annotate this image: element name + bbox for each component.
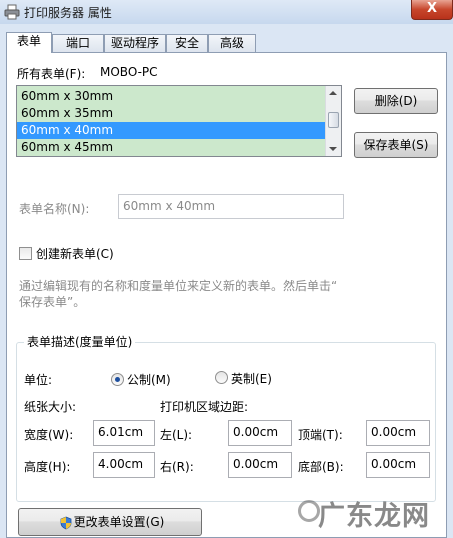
paper-size-label: 纸张大小: <box>24 400 77 414</box>
top-margin-label: 顶端(T): <box>298 428 343 442</box>
tab-security[interactable]: 安全 <box>166 34 208 52</box>
unit-label: 单位: <box>24 373 53 387</box>
print-server-properties-window: 打印服务器 属性 X 表单 端口 驱动程序 安全 高级 所有表单(F): MOB… <box>0 0 453 538</box>
hint-text-line1: 通过编辑现有的名称和度量单位来定义新的表单。然后单击“ <box>19 279 338 293</box>
metric-radio[interactable] <box>111 373 124 386</box>
delete-button[interactable]: 删除(D) <box>354 88 438 114</box>
scroll-thumb[interactable] <box>328 112 339 128</box>
bottom-margin-label: 底部(B): <box>298 460 344 474</box>
top-margin-field[interactable]: 0.00cm <box>366 420 430 446</box>
save-form-button[interactable]: 保存表单(S) <box>354 132 438 158</box>
printer-margins-label: 打印机区域边距: <box>160 400 249 414</box>
height-field[interactable]: 4.00cm <box>93 452 155 478</box>
tab-drivers[interactable]: 驱动程序 <box>104 34 166 52</box>
english-radio[interactable] <box>215 371 228 384</box>
printer-icon <box>4 4 20 20</box>
watermark-logo-icon <box>298 500 320 522</box>
server-name: MOBO-PC <box>100 65 158 79</box>
english-label[interactable]: 英制(E) <box>231 370 272 387</box>
left-margin-label: 左(L): <box>160 428 193 442</box>
scroll-up-icon[interactable] <box>329 91 337 95</box>
metric-label[interactable]: 公制(M) <box>127 371 171 388</box>
create-new-form-checkbox[interactable] <box>19 247 32 260</box>
forms-list[interactable]: 60mm x 30mm 60mm x 35mm 60mm x 40mm 60mm… <box>16 85 342 157</box>
form-description-legend: 表单描述(度量单位) <box>24 333 136 350</box>
hint-text-line2: 保存表单”。 <box>19 295 86 309</box>
list-item-selected[interactable]: 60mm x 40mm <box>17 122 326 139</box>
height-label: 高度(H): <box>24 460 71 474</box>
right-margin-field[interactable]: 0.00cm <box>228 452 292 478</box>
left-margin-field[interactable]: 0.00cm <box>228 420 292 446</box>
uac-shield-icon <box>60 516 72 530</box>
form-name-label: 表单名称(N): <box>19 202 90 216</box>
list-item[interactable]: 60mm x 30mm <box>17 88 326 105</box>
window-title: 打印服务器 属性 <box>24 6 112 20</box>
right-margin-label: 右(R): <box>160 460 194 474</box>
change-form-settings-label: 更改表单设置(G) <box>73 515 165 529</box>
scroll-down-icon[interactable] <box>329 147 337 151</box>
list-item[interactable]: 60mm x 45mm <box>17 139 326 156</box>
list-item[interactable]: 60mm x 35mm <box>17 105 326 122</box>
all-forms-label: 所有表单(F): <box>17 67 86 81</box>
change-form-settings-button[interactable]: 更改表单设置(G) <box>18 508 202 536</box>
tab-ports[interactable]: 端口 <box>52 34 104 52</box>
close-button[interactable]: X <box>411 0 453 20</box>
width-field[interactable]: 6.01cm <box>93 420 155 446</box>
tab-forms[interactable]: 表单 <box>6 32 52 53</box>
forms-list-scrollbar[interactable] <box>325 86 341 156</box>
title-bar: 打印服务器 属性 X <box>0 0 453 24</box>
width-label: 宽度(W): <box>24 428 74 442</box>
form-name-field[interactable]: 60mm x 40mm <box>118 194 344 219</box>
bottom-margin-field[interactable]: 0.00cm <box>366 452 430 478</box>
watermark-text: 广东龙网 <box>318 501 430 532</box>
create-new-form-label[interactable]: 创建新表单(C) <box>36 245 114 262</box>
tab-advanced[interactable]: 高级 <box>208 34 256 52</box>
